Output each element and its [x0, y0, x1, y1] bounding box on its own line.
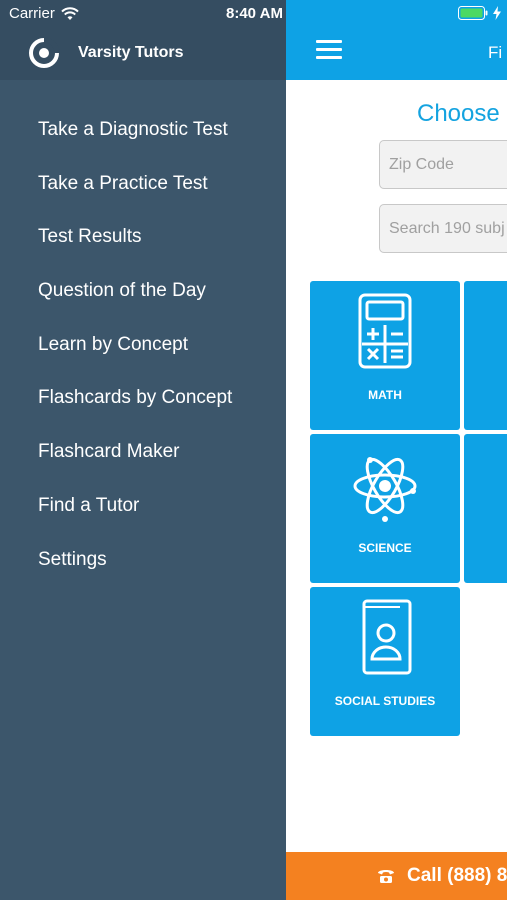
tile-label-science: SCIENCE [358, 541, 412, 555]
tile-label-math: MATH [368, 388, 402, 402]
menu-item-learn-by-concept[interactable]: Learn by Concept [38, 330, 232, 384]
subject-tile-science[interactable]: SCIENCE [310, 434, 460, 583]
charging-bolt-icon [493, 6, 501, 20]
menu-item-test-results[interactable]: Test Results [38, 222, 232, 276]
phone-icon [378, 870, 394, 883]
menu-item-find-a-tutor[interactable]: Find a Tutor [38, 491, 232, 545]
calculator-icon [358, 293, 412, 369]
zip-code-field[interactable] [379, 140, 507, 189]
subject-tile-math[interactable]: MATH [310, 281, 460, 430]
header-title: Fi [488, 43, 503, 62]
brand: Varsity Tutors [28, 37, 184, 69]
call-label: Call (888) 8 [407, 865, 507, 886]
subject-tile-partial[interactable] [464, 281, 507, 430]
brand-name: Varsity Tutors [78, 44, 184, 61]
subject-tile-social-studies[interactable]: SOCIAL STUDIES [310, 587, 460, 736]
drawer-menu: Take a Diagnostic Test Take a Practice T… [38, 115, 232, 598]
atom-icon [353, 457, 417, 522]
menu-item-diagnostic-test[interactable]: Take a Diagnostic Test [38, 115, 232, 169]
call-button[interactable]: Call (888) 8 [286, 852, 507, 900]
battery-icon [458, 6, 488, 20]
contact-book-icon [362, 599, 412, 675]
subject-search-input[interactable] [380, 205, 507, 252]
menu-item-settings[interactable]: Settings [38, 545, 232, 599]
status-bar-left: Carrier [9, 5, 79, 22]
subject-search-field[interactable] [379, 204, 507, 253]
varsity-tutors-logo-icon [29, 37, 60, 68]
menu-item-flashcard-maker[interactable]: Flashcard Maker [38, 437, 232, 491]
main-panel: Fi Choose MATH [286, 0, 507, 900]
main-header: Fi [286, 0, 507, 80]
navigation-drawer: Carrier Varsity Tutors Take a Diagnostic… [0, 0, 286, 900]
menu-item-flashcards-by-concept[interactable]: Flashcards by Concept [38, 383, 232, 437]
zip-code-input[interactable] [380, 141, 507, 188]
menu-toggle-button[interactable] [316, 40, 342, 62]
hamburger-line [316, 40, 342, 43]
status-time: 8:40 AM [226, 5, 283, 22]
hamburger-line [316, 56, 342, 59]
choose-title: Choose [417, 100, 500, 127]
tile-label-social-studies: SOCIAL STUDIES [334, 694, 436, 708]
carrier-label: Carrier [9, 5, 55, 22]
subject-tile-partial[interactable] [464, 434, 507, 583]
wifi-icon [61, 6, 79, 20]
menu-item-practice-test[interactable]: Take a Practice Test [38, 169, 232, 223]
hamburger-line [316, 48, 342, 51]
menu-item-question-of-the-day[interactable]: Question of the Day [38, 276, 232, 330]
